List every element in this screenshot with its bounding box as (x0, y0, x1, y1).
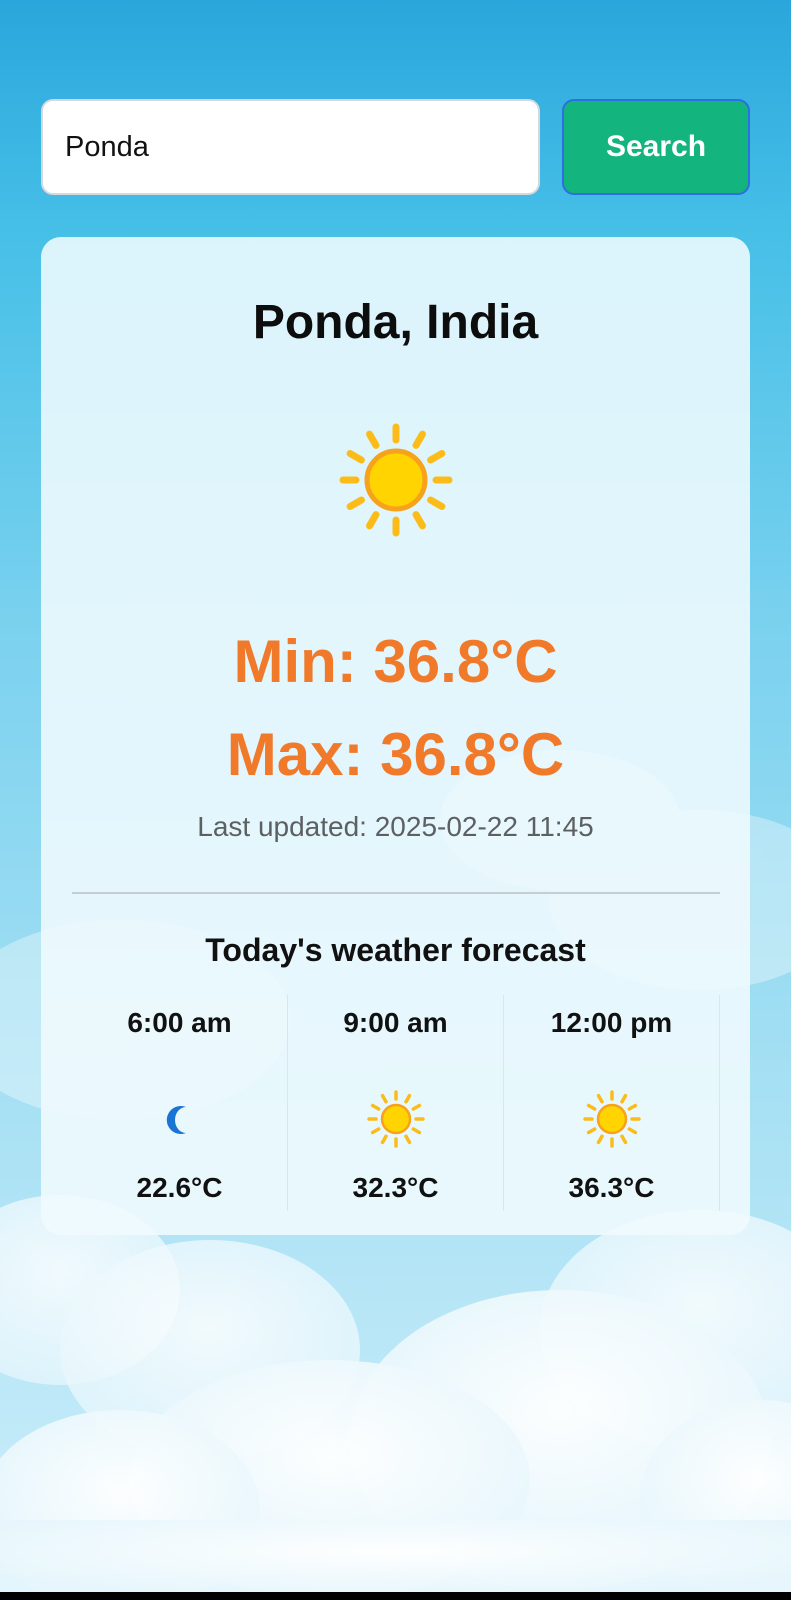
system-bottom-bar (0, 1592, 791, 1600)
forecast-time: 12:00 pm (550, 1007, 673, 1038)
search-button[interactable]: Search (562, 99, 750, 195)
sun-icon (339, 423, 453, 537)
last-updated-text: Last updated: 2025-02-22 11:45 (197, 811, 594, 842)
forecast-temperature: 32.3°C (352, 1172, 439, 1203)
max-temperature: Max: 36.8°C (226, 721, 565, 788)
forecast-item: 12:00 pm 36.3°C (504, 995, 720, 1211)
forecast-item: 6:00 am 22.6°C (72, 995, 288, 1211)
forecast-item: 9:00 am 32.3°C (288, 995, 504, 1211)
sun-icon (583, 1090, 641, 1148)
forecast-time: 6:00 am (127, 1007, 232, 1038)
city-search-input[interactable] (41, 99, 540, 195)
min-temperature: Min: 36.8°C (233, 628, 558, 695)
forecast-title: Today's weather forecast (205, 932, 586, 968)
weather-card: Ponda, India Min: 36.8°C Max: 36.8°C Las… (41, 237, 750, 1235)
forecast-temperature: 22.6°C (136, 1172, 223, 1203)
forecast-list: 6:00 am 22.6°C 9:00 am 32.3°C 12:00 pm 3… (72, 995, 720, 1211)
cloud-bank (0, 1195, 791, 1600)
forecast-time: 9:00 am (343, 1007, 448, 1038)
divider (72, 892, 720, 894)
location-title: Ponda, India (252, 296, 539, 349)
sun-icon (367, 1090, 425, 1148)
moon-icon (166, 1106, 186, 1134)
forecast-temperature: 36.3°C (568, 1172, 655, 1203)
